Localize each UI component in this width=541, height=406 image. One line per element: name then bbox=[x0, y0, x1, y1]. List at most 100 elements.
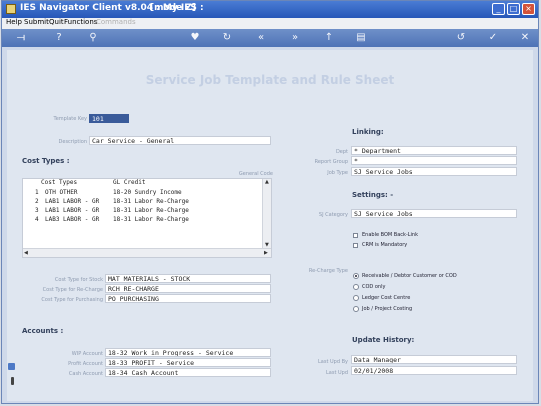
cost-types-grid[interactable]: Cost Types GL Credit 1 OTH OTHER 18-20 S… bbox=[22, 178, 272, 258]
cost-type-recharge-label: Cost Type for Re-Charge bbox=[42, 287, 103, 293]
header-cost-types: Cost Types bbox=[41, 179, 78, 186]
template-key-field[interactable]: 101 bbox=[89, 114, 129, 123]
row-number: 2 bbox=[35, 198, 39, 205]
description-field[interactable]: Car Service - General bbox=[89, 136, 271, 145]
scroll-right-icon[interactable]: ▶ bbox=[264, 250, 268, 256]
application-window: IES Navigator Client v8.04 : My IES : [m… bbox=[1, 0, 539, 404]
row-number: 3 bbox=[35, 207, 39, 214]
table-row[interactable]: 1 OTH OTHER 18-20 Sundry Income bbox=[23, 189, 263, 198]
form-heading: Service Job Template and Rule Sheet bbox=[145, 73, 395, 87]
first-icon[interactable]: « bbox=[254, 32, 268, 44]
header-gl-credit: GL Credit bbox=[113, 179, 146, 186]
recharge-cod-radio[interactable] bbox=[353, 284, 359, 290]
cost-type-stock-label: Cost Type for Stock bbox=[54, 277, 103, 283]
recharge-type-label: Re-Charge Type bbox=[308, 268, 348, 274]
recharge-receivable-radio[interactable] bbox=[353, 273, 359, 279]
message-icon[interactable] bbox=[8, 363, 15, 370]
grid-header: Cost Types GL Credit bbox=[23, 179, 263, 187]
scroll-up-icon[interactable]: ▲ bbox=[265, 179, 269, 185]
form-area: Service Job Template and Rule Sheet Temp… bbox=[7, 50, 533, 401]
scroll-left-icon[interactable]: ◀ bbox=[24, 250, 28, 256]
wip-account-field[interactable]: 18-32 Work in Progress - Service bbox=[105, 348, 271, 357]
cost-type-purchasing-label: Cost Type for Purchasing bbox=[41, 297, 103, 303]
last-upd-label: Last Upd bbox=[325, 370, 348, 376]
row-cost-type: LAB1 LABOR - GR bbox=[45, 198, 100, 205]
update-history-heading: Update History: bbox=[352, 336, 415, 344]
row-gl-credit: 18-31 Labor Re-Charge bbox=[113, 207, 189, 214]
cost-type-recharge-field[interactable]: RCH RE-CHARGE bbox=[105, 284, 271, 293]
row-cost-type: LAB1 LABOR - GR bbox=[45, 207, 100, 214]
last-upd-by-label: Last Upd By bbox=[318, 359, 348, 365]
row-number: 4 bbox=[35, 216, 39, 223]
recharge-cod-label: COD only bbox=[362, 284, 386, 290]
row-cost-type: LAB3 LABOR - GR bbox=[45, 216, 100, 223]
general-code-label: General Code bbox=[238, 171, 273, 177]
report-group-field[interactable]: * bbox=[351, 156, 517, 165]
menu-bar: Help Submit Quit Functions Commands bbox=[2, 18, 538, 29]
table-row[interactable]: 2 LAB1 LABOR - GR 18-31 Labor Re-Charge bbox=[23, 198, 263, 207]
menu-commands: Commands bbox=[96, 18, 136, 26]
recharge-receivable-label: Receivable / Debtor Customer or COD bbox=[362, 273, 457, 279]
ok-icon[interactable]: ✓ bbox=[486, 32, 500, 44]
enable-bom-checkbox[interactable] bbox=[353, 233, 358, 238]
close-button[interactable]: × bbox=[522, 3, 535, 15]
sj-category-field[interactable]: SJ Service Jobs bbox=[351, 209, 517, 218]
recharge-job-label: Job / Project Costing bbox=[362, 306, 413, 312]
minimize-button[interactable]: _ bbox=[492, 3, 505, 15]
next-icon[interactable]: » bbox=[288, 32, 302, 44]
maximize-button[interactable]: □ bbox=[507, 3, 520, 15]
profit-account-label: Profit Account bbox=[68, 361, 103, 367]
row-gl-credit: 18-20 Sundry Income bbox=[113, 189, 182, 196]
description-label: Description bbox=[58, 139, 87, 145]
enable-bom-label: Enable BOM Back-Link bbox=[362, 232, 418, 238]
recharge-job-radio[interactable] bbox=[353, 306, 359, 312]
new-icon[interactable]: ↑ bbox=[322, 32, 336, 44]
menu-submit[interactable]: Submit bbox=[24, 18, 49, 26]
wip-account-label: WIP Account bbox=[71, 351, 103, 357]
job-type-field[interactable]: SJ Service Jobs bbox=[351, 167, 517, 176]
info-icon[interactable] bbox=[11, 377, 14, 385]
crm-mandatory-label: CRM is Mandatory bbox=[362, 242, 408, 248]
cost-type-stock-field[interactable]: MAT MATERIALS - STOCK bbox=[105, 274, 271, 283]
linking-heading: Linking: bbox=[352, 128, 384, 136]
help-icon[interactable]: ? bbox=[52, 32, 66, 44]
last-upd-by-field: Data Manager bbox=[351, 355, 517, 364]
recharge-ledger-radio[interactable] bbox=[353, 295, 359, 301]
menu-functions[interactable]: Functions bbox=[64, 18, 97, 26]
recharge-ledger-label: Ledger Cost Centre bbox=[362, 295, 411, 301]
row-gl-credit: 18-31 Labor Re-Charge bbox=[113, 198, 189, 205]
cash-account-label: Cash Account bbox=[68, 371, 103, 377]
crm-mandatory-checkbox[interactable] bbox=[353, 243, 358, 248]
grid-horizontal-scrollbar[interactable]: ◀ ▶ bbox=[23, 248, 271, 257]
table-row[interactable]: 3 LAB1 LABOR - GR 18-31 Labor Re-Charge bbox=[23, 207, 263, 216]
dept-field[interactable]: * Department bbox=[351, 146, 517, 155]
menu-quit[interactable]: Quit bbox=[49, 18, 64, 26]
table-row[interactable]: 4 LAB3 LABOR - GR 18-31 Labor Re-Charge bbox=[23, 216, 263, 225]
profit-account-field[interactable]: 18-33 PROFIT - Service bbox=[105, 358, 271, 367]
accounts-heading: Accounts : bbox=[22, 327, 64, 335]
window-mode: [mode Z] bbox=[150, 3, 196, 13]
save-icon[interactable]: ▤ bbox=[354, 32, 368, 44]
row-cost-type: OTH OTHER bbox=[45, 189, 78, 196]
delete-icon[interactable]: ↺ bbox=[454, 32, 468, 44]
row-number: 1 bbox=[35, 189, 39, 196]
refresh-icon[interactable]: ↻ bbox=[220, 32, 234, 44]
cost-type-purchasing-field[interactable]: PO PURCHASING bbox=[105, 294, 271, 303]
cancel-icon[interactable]: ✕ bbox=[518, 32, 532, 44]
grid-vertical-scrollbar[interactable]: ▲ ▼ bbox=[262, 179, 271, 249]
template-key-label: Template Key bbox=[53, 116, 87, 122]
app-icon bbox=[6, 4, 16, 14]
settings-heading: Settings: - bbox=[352, 191, 394, 199]
last-upd-field: 02/01/2008 bbox=[351, 366, 517, 375]
favorite-icon[interactable]: ♥ bbox=[188, 32, 202, 44]
cost-types-heading: Cost Types : bbox=[22, 157, 70, 165]
sj-category-label: SJ Category bbox=[318, 212, 348, 218]
cash-account-field[interactable]: 18-34 Cash Account bbox=[105, 368, 271, 377]
toolbar: ⟞ ? ⚲ ♥ ↻ « » ↑ ▤ ↺ ✓ ✕ bbox=[2, 29, 538, 47]
report-group-label: Report Group bbox=[314, 159, 348, 165]
job-type-label: Job Type bbox=[327, 170, 348, 176]
search-icon[interactable]: ⚲ bbox=[86, 32, 100, 44]
menu-help[interactable]: Help bbox=[6, 18, 22, 26]
exit-icon[interactable]: ⟞ bbox=[10, 32, 32, 44]
row-gl-credit: 18-31 Labor Re-Charge bbox=[113, 216, 189, 223]
